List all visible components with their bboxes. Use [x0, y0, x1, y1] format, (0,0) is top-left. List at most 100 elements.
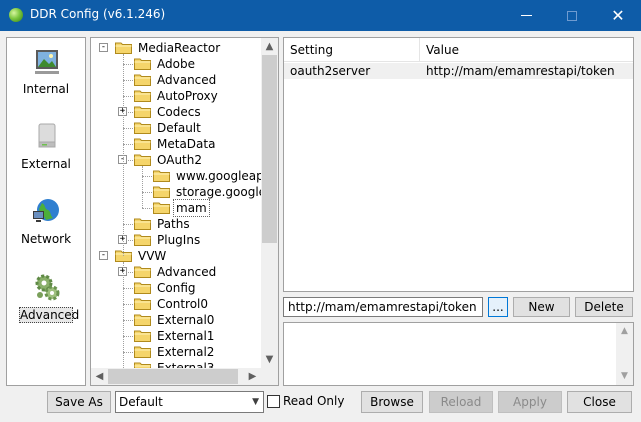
folder-icon	[134, 234, 151, 246]
read-only-label[interactable]: Read Only	[283, 394, 344, 408]
tree-item-label: AutoProxy	[157, 89, 218, 103]
tree-item-label: External0	[157, 313, 215, 327]
nav-item-advanced[interactable]: Advanced	[7, 271, 85, 341]
chevron-down-icon: ▼	[252, 397, 259, 407]
scroll-right-icon[interactable]: ▶	[244, 368, 261, 385]
folder-icon	[134, 282, 151, 294]
column-header-setting[interactable]: Setting	[284, 38, 420, 62]
nav-item-external[interactable]: External	[7, 121, 85, 191]
close-icon: ✕	[611, 6, 625, 25]
collapse-icon[interactable]: -	[99, 43, 108, 52]
external-drive-icon	[38, 123, 56, 148]
minimize-icon	[520, 15, 532, 16]
nav-item-internal[interactable]: Internal	[7, 46, 85, 116]
folder-icon	[115, 42, 132, 54]
profile-select[interactable]: Default ▼	[115, 391, 264, 413]
tree-item-label: PlugIns	[157, 233, 201, 247]
tree-connector	[142, 176, 152, 177]
tree-item-label: Adobe	[157, 57, 195, 71]
setting-cell: oauth2server	[290, 64, 371, 78]
tree-item-label: VVW	[138, 249, 167, 263]
scroll-up-icon[interactable]: ▲	[616, 323, 633, 340]
folder-icon	[134, 90, 151, 102]
folder-icon	[134, 138, 151, 150]
minimize-button[interactable]	[503, 0, 549, 31]
tree-guide-line	[142, 166, 143, 208]
folder-icon	[153, 170, 170, 182]
save-as-button[interactable]: Save As	[47, 391, 111, 413]
folder-icon	[153, 186, 170, 198]
column-header-value[interactable]: Value	[420, 38, 633, 62]
title-bar: DDR Config (v6.1.246) ✕	[0, 0, 641, 31]
config-tree[interactable]: MediaReactor - Adobe Advanced AutoProxy Codec…	[90, 37, 279, 386]
tree-connector	[142, 208, 152, 209]
tree-connector	[123, 224, 133, 225]
folder-icon	[134, 266, 151, 278]
tree-connector	[123, 304, 133, 305]
folder-icon	[134, 218, 151, 230]
maximize-icon	[567, 10, 577, 21]
tree-horizontal-scrollbar[interactable]: ◀ ▶	[91, 368, 261, 385]
scroll-thumb[interactable]	[108, 369, 238, 384]
tree-item-label: Advanced	[157, 265, 217, 279]
tree-item-label: mam	[173, 199, 210, 217]
new-button[interactable]: New	[513, 297, 570, 317]
nav-label: External	[21, 157, 71, 171]
tree-item-label: Codecs	[157, 105, 201, 119]
tree-vertical-scrollbar[interactable]: ▲ ▼	[261, 38, 278, 368]
memo-scrollbar[interactable]: ▲ ▼	[616, 323, 633, 385]
scroll-up-icon[interactable]: ▲	[261, 38, 278, 55]
folder-icon	[134, 106, 151, 118]
tree-item-label: OAuth2	[157, 153, 202, 167]
nav-label: Internal	[22, 82, 70, 96]
tree-item-label: Config	[157, 281, 196, 295]
tree-item-label: External1	[157, 329, 215, 343]
scrollbar-corner	[261, 368, 278, 385]
folder-icon	[134, 314, 151, 326]
description-box[interactable]: ▲ ▼	[283, 322, 634, 386]
tree-connector	[123, 144, 133, 145]
close-button[interactable]: Close	[567, 391, 632, 413]
folder-icon	[134, 74, 151, 86]
tree-connector	[123, 352, 133, 353]
tree-item-label: Control0	[157, 297, 209, 311]
folder-icon	[134, 346, 151, 358]
apply-button[interactable]: Apply	[498, 391, 562, 413]
folder-icon	[153, 202, 170, 214]
folder-icon	[134, 122, 151, 134]
browse-button[interactable]: Browse	[361, 391, 423, 413]
tree-item-label: External2	[157, 345, 215, 359]
scroll-down-icon[interactable]: ▼	[261, 351, 278, 368]
scroll-down-icon[interactable]: ▼	[616, 368, 633, 385]
read-only-checkbox[interactable]	[267, 395, 280, 408]
close-window-button[interactable]: ✕	[595, 0, 641, 31]
folder-icon	[134, 58, 151, 70]
settings-table: Setting Value oauth2server http://mam/em…	[283, 37, 634, 292]
collapse-icon[interactable]: -	[99, 251, 108, 260]
tree-connector	[123, 64, 133, 65]
tree-item-label: MediaReactor	[138, 41, 221, 55]
scroll-left-icon[interactable]: ◀	[91, 368, 108, 385]
nav-label: Advanced	[19, 307, 80, 323]
tree-item-label: Default	[157, 121, 201, 135]
browse-value-button[interactable]: ...	[488, 297, 508, 317]
value-input[interactable]: http://mam/emamrestapi/token	[283, 297, 483, 317]
category-panel: Internal External Network Advanced	[6, 37, 86, 386]
folder-icon	[134, 330, 151, 342]
table-row[interactable]: oauth2server http://mam/emamrestapi/toke…	[284, 63, 633, 79]
network-globe-icon	[33, 199, 59, 222]
tree-connector	[123, 128, 133, 129]
tree-item-label: Paths	[157, 217, 190, 231]
maximize-button	[549, 0, 595, 31]
profile-select-value: Default	[119, 395, 163, 409]
nav-label: Network	[20, 232, 72, 246]
delete-button[interactable]: Delete	[575, 297, 633, 317]
reload-button[interactable]: Reload	[429, 391, 493, 413]
tree-connector	[123, 288, 133, 289]
tree-connector	[123, 320, 133, 321]
scroll-thumb[interactable]	[262, 55, 277, 243]
nav-item-network[interactable]: Network	[7, 196, 85, 266]
tree-connector	[142, 192, 152, 193]
tree-item-label: Advanced	[157, 73, 217, 87]
window-title: DDR Config (v6.1.246)	[30, 7, 166, 21]
